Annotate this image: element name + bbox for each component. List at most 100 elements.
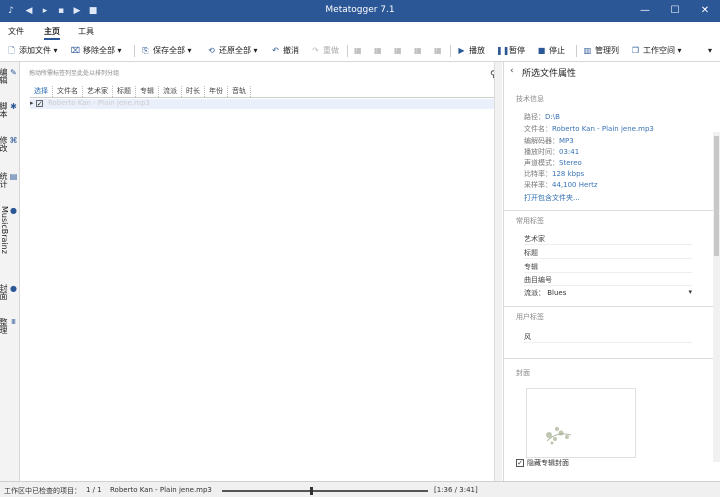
tech-section-label: 技术信息 [516, 95, 544, 103]
manage-columns-button[interactable]: ▥ 管理列 [582, 44, 619, 58]
sidebar: ✎ 编辑 ✱ 脚本 ⌘ 修改 ▤ 统计 ● MusicBrainz ● 封面 ≡ 整理 [0, 62, 20, 481]
remove-all-button[interactable]: ⌧ 移除全部 ▾ [70, 44, 122, 58]
samplerate-info: 采样率：44,100 Hertz [524, 181, 598, 189]
user-tag-field[interactable]: 风 [524, 332, 692, 343]
table-header: 选择 文件名 艺术家 标题 专辑 流派 时长 年份 音轨 [30, 86, 500, 98]
now-playing: Roberto Kan - Plain jene.mp3 [110, 486, 212, 494]
sidebar-tab-edit[interactable]: ✎ 编辑 [0, 68, 18, 84]
grid-icon-4[interactable]: ▦ [414, 44, 422, 58]
script-icon: ✱ [9, 102, 18, 111]
grid-icon-1[interactable]: ▦ [354, 44, 362, 58]
column-header[interactable]: 标题 [113, 86, 136, 97]
chevron-down-icon: ▾ [688, 288, 692, 296]
play-icon: ▶ [458, 46, 465, 55]
restore-icon: ⟲ [208, 46, 215, 55]
play-button[interactable]: ▶ 播放 [456, 44, 485, 58]
stop-button[interactable]: ■ 停止 [536, 44, 565, 58]
close-button[interactable]: ✕ [690, 0, 720, 22]
artist-field[interactable]: 艺术家 [524, 234, 692, 245]
genre-dropdown[interactable]: 流派： Blues ▾ [524, 288, 692, 300]
sidebar-tab-stats[interactable]: ▤ 统计 [0, 172, 18, 188]
album-cover-image[interactable] [526, 388, 636, 458]
menu-tools[interactable]: 工具 [78, 26, 94, 37]
pause-button[interactable]: ❚❚暂停 [496, 44, 525, 58]
cover-icon: ● [9, 284, 18, 293]
cover-section-label: 封面 [516, 369, 530, 377]
remove-icon: ⌧ [70, 46, 81, 55]
save-all-icon: ⎘ [142, 46, 149, 55]
status-bar: 工作区中已检查的项目： 1 / 1 Roberto Kan - Plain je… [0, 481, 720, 497]
add-file-icon: 🗋 [8, 46, 15, 55]
edit-icon: ✎ [9, 68, 18, 77]
grid-icon-3[interactable]: ▦ [394, 44, 402, 58]
channel-info: 声道模式：Stereo [524, 159, 582, 167]
status-count: 1 / 1 [86, 486, 102, 494]
column-header[interactable]: 流派 [159, 86, 182, 97]
column-header[interactable]: 专辑 [136, 86, 159, 97]
title-field[interactable]: 标题 [524, 248, 692, 259]
column-header[interactable]: 选择 [30, 86, 53, 97]
row-checkbox[interactable]: ✓ [35, 99, 43, 107]
playback-time: [1:36 / 3:41] [434, 486, 478, 494]
track-number-field[interactable]: 曲目编号 [524, 275, 692, 286]
toolbar: 🗋 添加文件 ▾ ⌧ 移除全部 ▾ ⎘ 保存全部 ▾ ⟲ 还原全部 ▾ ↶ 撤消 ↷ 重做 … [0, 40, 720, 62]
workspace-button[interactable]: ❐ 工作空间 ▾ [630, 44, 682, 58]
sidebar-tab-scripts[interactable]: ✱ 脚本 [0, 102, 18, 118]
minimize-button[interactable]: — [630, 0, 660, 22]
open-folder-link[interactable]: 打开包含文件夹... [524, 193, 580, 203]
chevron-left-icon[interactable]: ‹ [510, 66, 514, 76]
columns-icon: ▥ [583, 46, 592, 55]
properties-scrollbar[interactable] [713, 132, 720, 462]
menu-home[interactable]: 主页 [44, 26, 60, 40]
common-tags-label: 常用标签 [516, 217, 544, 225]
album-field[interactable]: 专辑 [524, 262, 692, 273]
pause-icon: ❚❚ [496, 46, 510, 55]
menu-file[interactable]: 文件 [8, 26, 24, 37]
undo-icon: ↶ [272, 46, 279, 55]
column-header[interactable]: 艺术家 [83, 86, 113, 97]
table-row[interactable]: ▸ ✓ Roberto Kan - Plain jene.mp3 [30, 99, 500, 109]
workspace-icon: ❐ [631, 46, 640, 55]
column-header[interactable]: 时长 [182, 86, 205, 97]
seek-handle[interactable] [310, 487, 314, 495]
undo-button[interactable]: ↶ 撤消 [270, 44, 299, 58]
redo-button[interactable]: ↷ 重做 [310, 44, 339, 58]
file-list-panel: 拖动所需标签列至此处以排列分组 ⚲ 选择文件名艺术家标题专辑流派时长年份音轨 ▸… [21, 62, 501, 481]
modify-icon: ⌘ [9, 136, 18, 145]
hide-cover-checkbox[interactable]: ✓ 隐藏专辑封面 [516, 458, 569, 468]
codec-info: 编解码器：MP3 [524, 137, 574, 145]
bitrate-info: 比特率：128 kbps [524, 170, 585, 178]
stats-icon: ▤ [9, 172, 18, 181]
duration-info: 播放时间：03:41 [524, 148, 580, 156]
properties-header[interactable]: ‹ 所选文件属性 [504, 66, 720, 82]
column-header[interactable]: 年份 [205, 86, 228, 97]
maximize-button[interactable]: ☐ [660, 0, 690, 22]
filename-info: 文件名：Roberto Kan - Plain jene.mp3 [524, 125, 654, 133]
sidebar-tab-modify[interactable]: ⌘ 修改 [0, 136, 18, 152]
checkbox[interactable]: ✓ [516, 459, 524, 467]
menu-bar: 文件 主页 工具 [0, 22, 720, 40]
title-bar: ♪ ◀ ▸ ▪ ▶ ■ Metatogger 7.1 — ☐ ✕ [0, 0, 720, 22]
overflow-icon[interactable]: ▾ [708, 44, 712, 58]
file-list-scrollbar[interactable] [494, 62, 502, 481]
window-title: Metatogger 7.1 [325, 5, 395, 15]
redo-icon: ↷ [312, 46, 319, 55]
playback-seek-bar[interactable] [222, 490, 428, 492]
column-header[interactable]: 文件名 [53, 86, 83, 97]
status-label: 工作区中已检查的项目： [4, 487, 81, 495]
grid-icon-2[interactable]: ▦ [374, 44, 382, 58]
row-file-name: Roberto Kan - Plain jene.mp3 [47, 99, 150, 107]
stop-icon: ■ [537, 46, 546, 55]
user-tags-label: 用户标签 [516, 313, 544, 321]
sidebar-tab-musicbrainz[interactable]: ● MusicBrainz [0, 206, 18, 254]
sidebar-tab-organize[interactable]: ≡ 整理 [0, 318, 18, 334]
group-drop-area[interactable]: 拖动所需标签列至此处以排列分组 [29, 68, 509, 82]
add-files-button[interactable]: 🗋 添加文件 ▾ [6, 44, 57, 58]
save-all-button[interactable]: ⎘ 保存全部 ▾ [140, 44, 191, 58]
grid-icon-5[interactable]: ▦ [434, 44, 442, 58]
organize-icon: ≡ [9, 318, 18, 325]
sidebar-tab-cover[interactable]: ● 封面 [0, 284, 18, 300]
restore-all-button[interactable]: ⟲ 还原全部 ▾ [206, 44, 257, 58]
properties-panel: ‹ 所选文件属性 技术信息 路径：D:\B 文件名：Roberto Kan - P… [503, 62, 720, 481]
column-header[interactable]: 音轨 [228, 86, 251, 97]
